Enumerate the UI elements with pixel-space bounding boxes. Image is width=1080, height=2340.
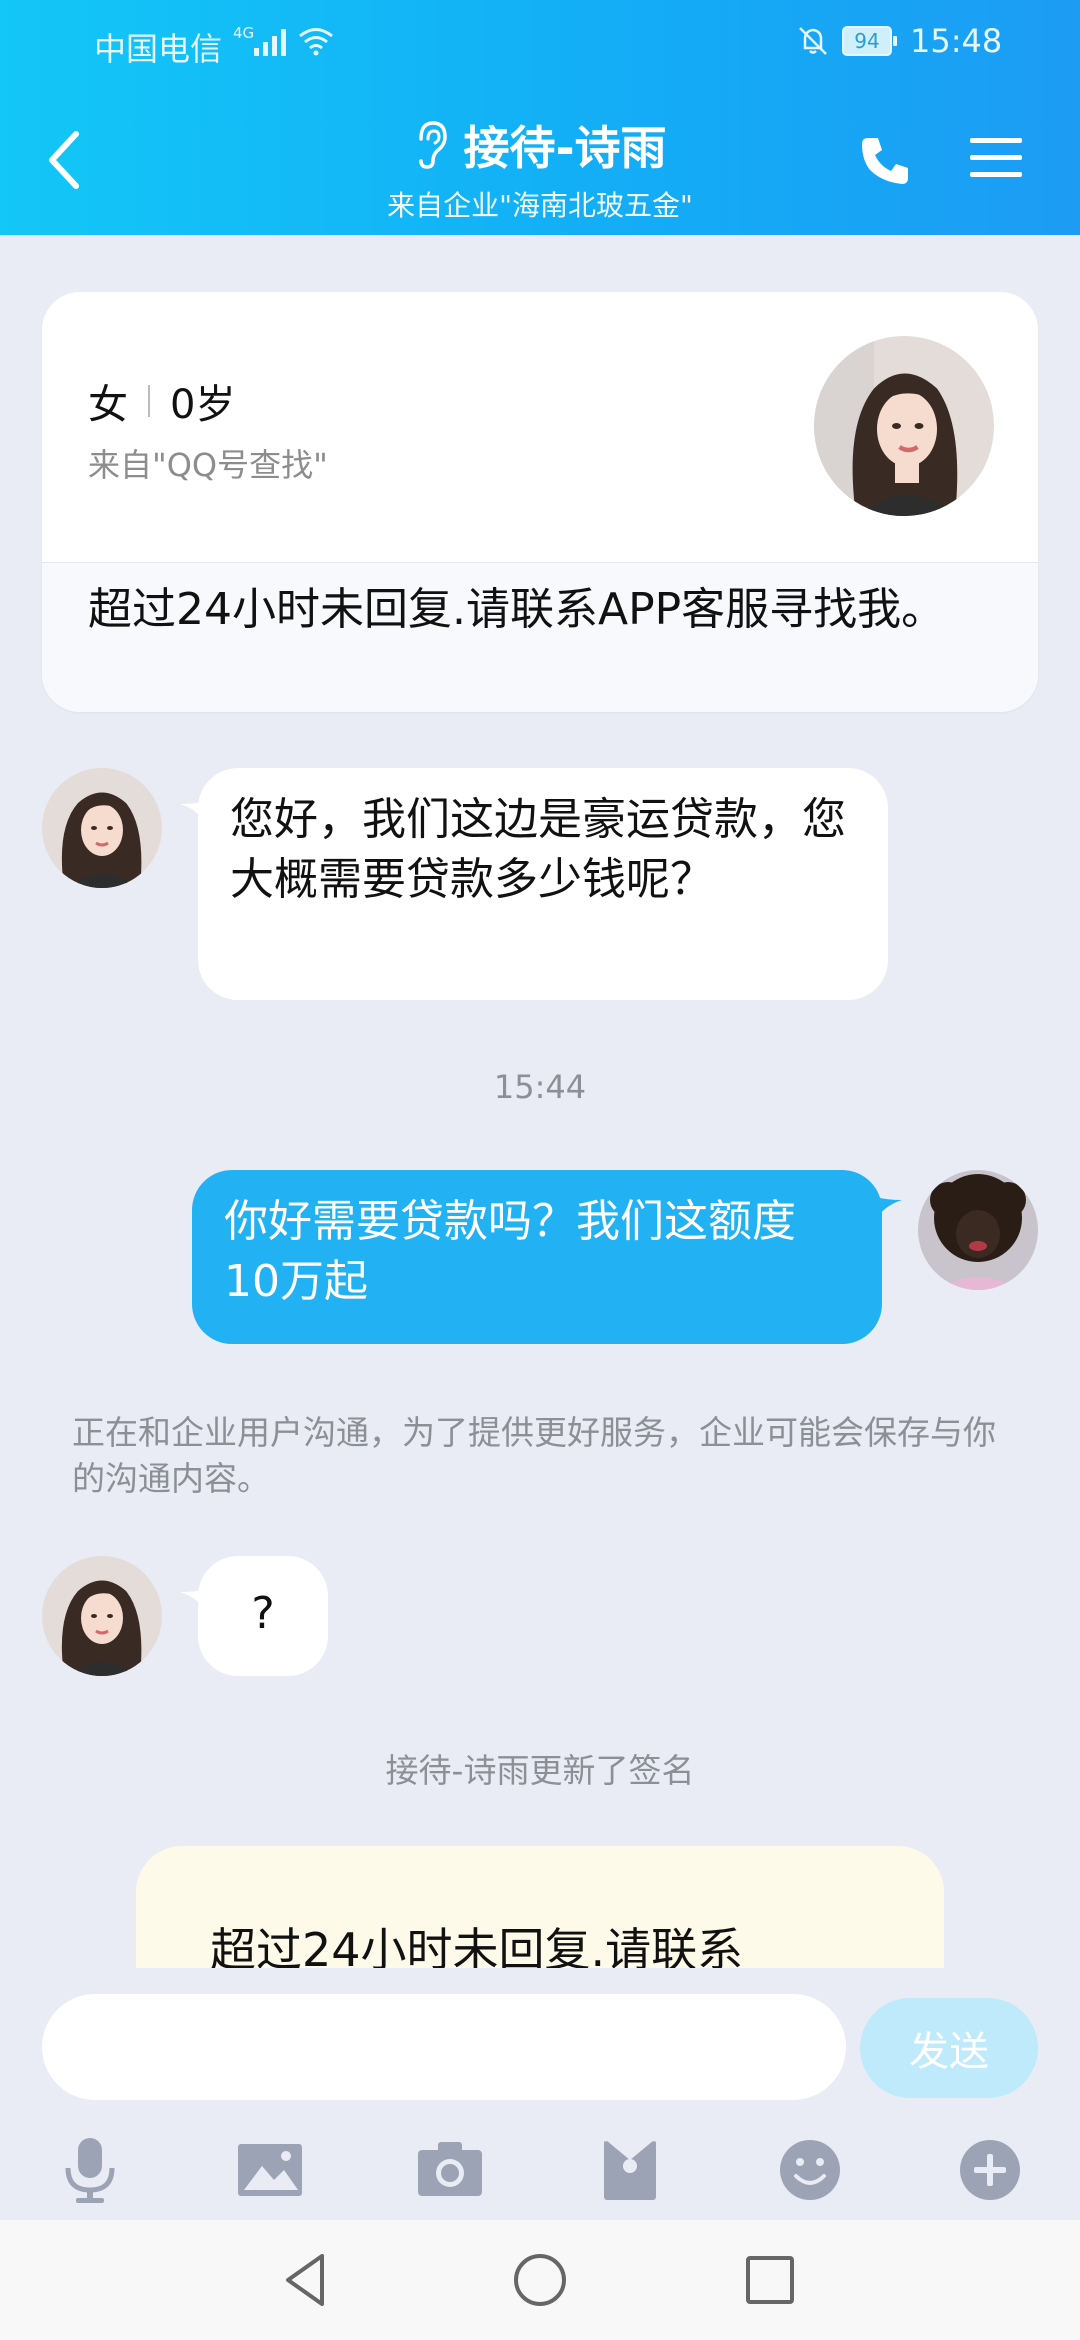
header: 中国电信 4G 94 15:48 接待-诗雨 来自企业"海南北玻五金" [0, 0, 1080, 235]
clock: 15:48 [910, 22, 1003, 60]
gender-age: 女 0岁 [88, 372, 235, 430]
wifi-icon [299, 28, 333, 56]
carrier-label: 中国电信 [94, 30, 223, 68]
image-icon[interactable] [234, 2134, 306, 2206]
camera-icon[interactable] [414, 2134, 486, 2206]
input-toolbar [0, 2118, 1080, 2218]
chat-screen: 中国电信 4G 94 15:48 接待-诗雨 来自企业"海南北玻五金" 女 0岁… [0, 0, 1080, 2340]
page-subtitle: 来自企业"海南北玻五金" [387, 189, 693, 222]
avatar[interactable] [42, 1556, 162, 1676]
woman-avatar-image [42, 1556, 162, 1676]
mute-bell-icon [799, 27, 827, 55]
menu-icon[interactable] [970, 136, 1022, 180]
user-avatar-image [918, 1170, 1038, 1290]
microphone-icon[interactable] [54, 2134, 126, 2206]
source-label: 来自"QQ号查找" [88, 446, 328, 484]
system-nav-bar [0, 2220, 1080, 2340]
profile-signature: 超过24小时未回复.请联系APP客服寻找我。 [42, 562, 1038, 712]
self-avatar[interactable] [918, 1170, 1038, 1290]
gender-label: 女 [88, 382, 128, 428]
signal-icon [254, 29, 286, 56]
status-bar: 中国电信 4G 94 15:48 [0, 0, 1080, 86]
woman-avatar-image [42, 768, 162, 888]
divider [148, 385, 150, 417]
input-area: 发送 [0, 1968, 1080, 2220]
recents-square-icon[interactable] [738, 2248, 802, 2312]
phone-icon[interactable] [858, 132, 914, 188]
network-type: 4G [233, 24, 255, 42]
page-title: 接待-诗雨 [463, 121, 667, 175]
emoji-icon[interactable] [774, 2134, 846, 2206]
enterprise-notice: 正在和企业用户沟通，为了提供更好服务，企业可能会保存与你的沟通内容。 [72, 1413, 996, 1498]
ear-icon [419, 121, 448, 169]
profile-info: 女 0岁 来自"QQ号查找" [42, 292, 1038, 562]
title-area: 接待-诗雨 来自企业"海南北玻五金" [0, 112, 1080, 224]
red-packet-icon[interactable] [594, 2134, 666, 2206]
age-label: 0岁 [170, 382, 236, 428]
message-bubble-incoming[interactable]: 您好，我们这边是豪运贷款，您大概需要贷款多少钱呢？ [198, 768, 888, 1000]
system-message: 接待-诗雨更新了签名 [385, 1751, 695, 1790]
send-button[interactable]: 发送 [860, 1998, 1038, 2098]
battery-indicator: 94 [842, 26, 897, 56]
back-triangle-icon[interactable] [276, 2248, 340, 2312]
message-input[interactable] [42, 1994, 846, 2100]
home-circle-icon[interactable] [508, 2248, 572, 2312]
plus-icon[interactable] [954, 2134, 1026, 2206]
avatar[interactable] [814, 336, 994, 516]
timestamp: 15:44 [493, 1068, 587, 1106]
profile-card[interactable]: 女 0岁 来自"QQ号查找" 超过24小时未回复.请联系APP客服寻找我。 [42, 292, 1038, 712]
avatar[interactable] [42, 768, 162, 888]
bubble-tail [872, 1196, 902, 1226]
message-bubble-outgoing[interactable]: 你好需要贷款吗？我们这额度10万起 [192, 1170, 882, 1344]
woman-avatar-image [814, 336, 994, 516]
message-bubble-incoming[interactable]: ? [198, 1556, 328, 1676]
